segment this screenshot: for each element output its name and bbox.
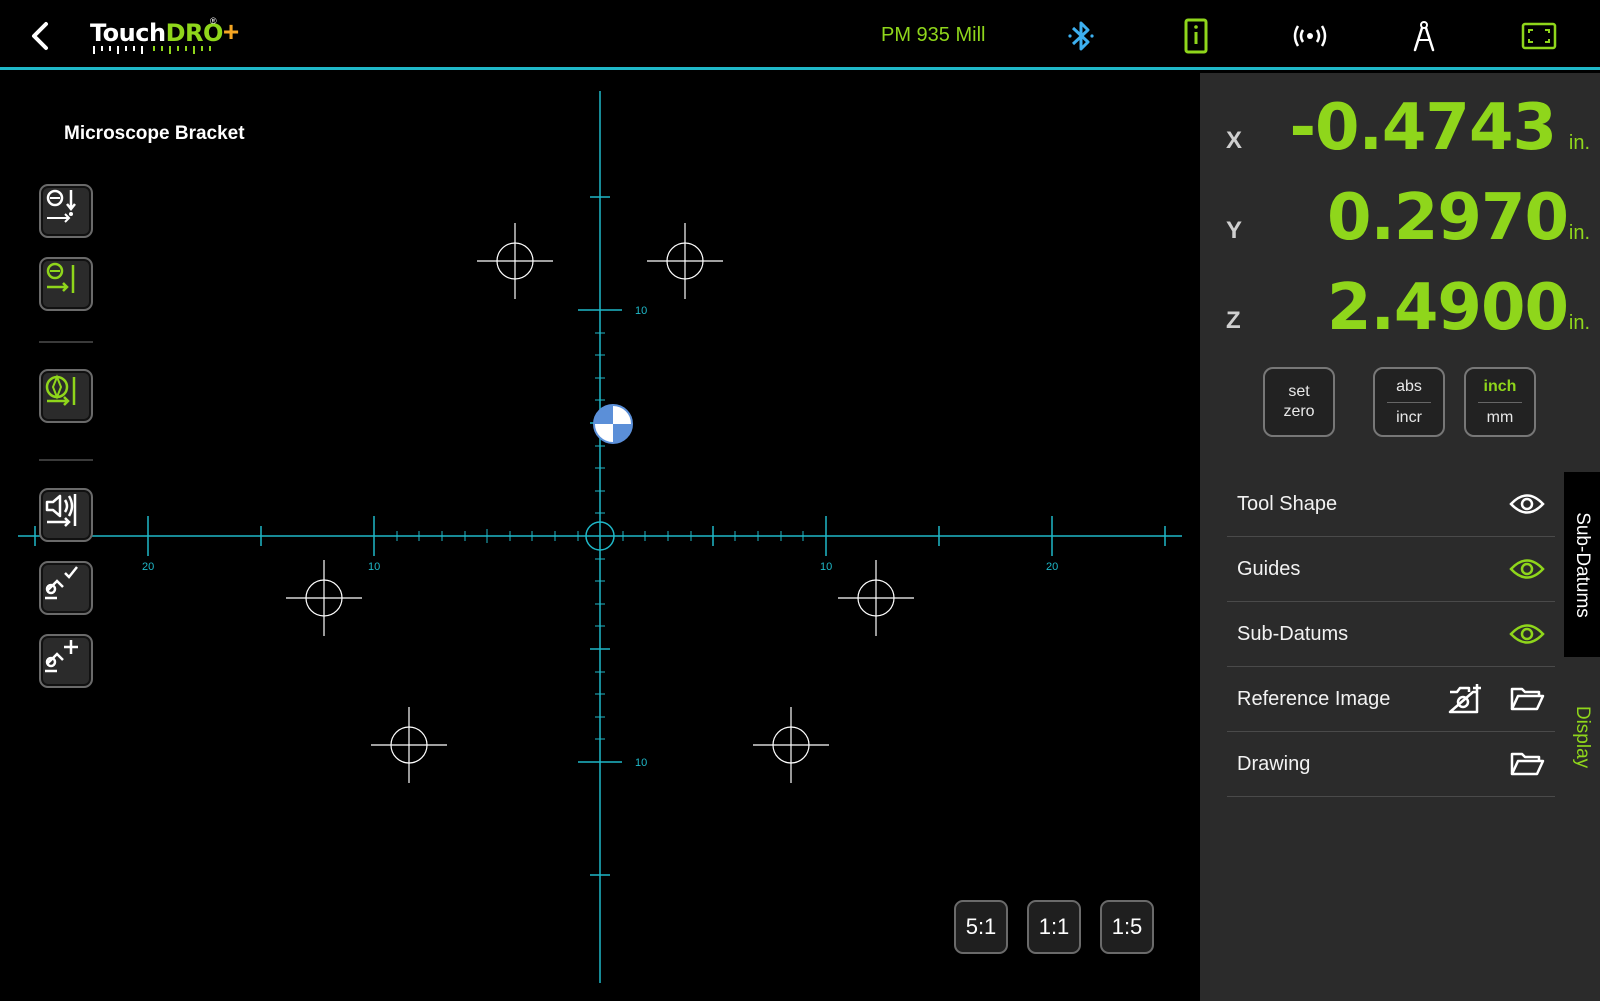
folder-open-icon[interactable] — [1507, 681, 1547, 717]
logo-ruler-icon — [93, 46, 211, 54]
tool-offset-button[interactable] — [39, 369, 93, 423]
subdatum-crosshair[interactable] — [477, 223, 553, 299]
list-item-label: Guides — [1237, 557, 1301, 580]
axis-unit: in. — [1568, 222, 1590, 244]
axis-value: 2.4900 — [1327, 271, 1569, 345]
subdatum-crosshair[interactable] — [286, 560, 362, 636]
subdatum-crosshair[interactable] — [838, 560, 914, 636]
toggle-divider — [1387, 401, 1431, 403]
list-item-label: Reference Image — [1237, 687, 1391, 710]
axis-value: 0.2970 — [1327, 181, 1569, 255]
subdatum-crosshair[interactable] — [753, 707, 829, 783]
y-tick-label: 10 — [635, 757, 647, 769]
tab-sub-datums[interactable]: Sub-Datums — [1564, 472, 1600, 657]
audio-feedback-button[interactable] — [39, 488, 93, 542]
x-tick-label: 10 — [820, 561, 832, 573]
set-zero-button[interactable]: set zero — [1263, 367, 1335, 437]
x-tick-label: 20 — [1046, 561, 1058, 573]
tab-sub-datums-label: Sub-Datums — [1572, 511, 1594, 618]
x-tick-label: 10 — [368, 561, 380, 573]
guides-item[interactable]: Guides — [1227, 537, 1555, 602]
edge-finder-x-button[interactable] — [39, 257, 93, 311]
logo-plus-text: + — [222, 16, 240, 47]
abs-incr-toggle[interactable]: abs incr — [1373, 367, 1445, 437]
set-zero-line1: set — [1288, 383, 1310, 400]
y-tick-label: 10 — [635, 305, 647, 317]
subdatum-crosshair[interactable] — [647, 223, 723, 299]
reference-image-item[interactable]: Reference Image — [1227, 667, 1555, 732]
incr-label: incr — [1396, 408, 1422, 426]
drawing-canvas[interactable]: Microscope Bracket 20 10 10 20 10 10 5:1… — [0, 73, 1200, 1001]
fullscreen-icon[interactable] — [1517, 14, 1561, 58]
wireless-signal-icon[interactable] — [1288, 14, 1332, 58]
list-item-label: Sub-Datums — [1237, 622, 1349, 645]
accept-point-button[interactable] — [39, 561, 93, 615]
tab-display-label: Display — [1572, 705, 1593, 769]
machine-name[interactable]: PM 935 Mill — [881, 24, 985, 47]
z-axis-readout[interactable]: Z 2.4900 in. — [1200, 261, 1600, 349]
eye-icon[interactable] — [1507, 551, 1547, 587]
zoom-1-1-button[interactable]: 1:1 — [1027, 900, 1081, 954]
axis-value: -0.4743 — [1289, 91, 1557, 165]
right-panel: X -0.4743 in. Y 0.2970 in. Z 2.4900 in. … — [1200, 73, 1600, 1001]
list-item-label: Drawing — [1237, 752, 1311, 775]
bluetooth-icon[interactable] — [1059, 14, 1103, 58]
workspace-grid: 20 10 10 20 10 10 — [18, 91, 1182, 983]
units-toggle[interactable]: inch mm — [1464, 367, 1536, 437]
edge-finder-y-icon — [46, 189, 76, 223]
axis-letter: Z — [1226, 307, 1241, 334]
folder-open-icon[interactable] — [1507, 746, 1547, 782]
axis-unit: in. — [1568, 312, 1590, 334]
top-bar: TouchDRO+ ® PM 935 Mill — [0, 0, 1600, 70]
mm-label: mm — [1486, 408, 1514, 426]
toolbar-divider — [39, 341, 93, 343]
inch-label: inch — [1483, 377, 1517, 395]
axis-unit: in. — [1568, 132, 1590, 154]
zoom-5-1-button[interactable]: 5:1 — [954, 900, 1008, 954]
edge-finder-x-icon — [46, 262, 75, 293]
compass-icon[interactable] — [1402, 14, 1446, 58]
device-info-icon[interactable] — [1174, 14, 1218, 58]
tool-offset-icon — [45, 374, 76, 406]
speaker-icon — [45, 494, 77, 527]
axis-letter: X — [1226, 127, 1243, 154]
logo-registered-mark: ® — [210, 16, 217, 26]
point-add-icon — [45, 640, 78, 673]
toolbar-divider — [39, 459, 93, 461]
tab-display[interactable]: Display — [1564, 657, 1600, 817]
eye-icon[interactable] — [1507, 486, 1547, 522]
y-axis-readout[interactable]: Y 0.2970 in. — [1200, 171, 1600, 259]
tool-position-marker — [593, 404, 633, 444]
back-icon[interactable] — [24, 16, 60, 56]
zoom-1-5-button[interactable]: 1:5 — [1100, 900, 1154, 954]
edge-finder-y-button[interactable] — [39, 184, 93, 238]
tool-shape-item[interactable]: Tool Shape — [1227, 472, 1555, 537]
list-item-label: Tool Shape — [1237, 492, 1338, 515]
add-point-button[interactable] — [39, 634, 93, 688]
side-tabs: Sub-Datums Display — [1564, 472, 1600, 1001]
add-photo-icon[interactable] — [1445, 681, 1485, 717]
x-tick-label: 20 — [142, 561, 154, 573]
axis-letter: Y — [1226, 217, 1243, 244]
touchdro-logo: TouchDRO+ ® — [90, 16, 239, 56]
eye-icon[interactable] — [1507, 616, 1547, 652]
abs-label: abs — [1396, 377, 1422, 395]
sub-datums-item[interactable]: Sub-Datums — [1227, 602, 1555, 667]
logo-touch-text: Touch — [90, 19, 166, 47]
x-axis-readout[interactable]: X -0.4743 in. — [1200, 81, 1600, 169]
point-check-icon — [45, 566, 78, 600]
set-zero-line2: zero — [1283, 403, 1315, 420]
drawing-item[interactable]: Drawing — [1227, 732, 1555, 797]
subdatum-crosshair[interactable] — [371, 707, 447, 783]
toggle-divider — [1478, 401, 1522, 403]
